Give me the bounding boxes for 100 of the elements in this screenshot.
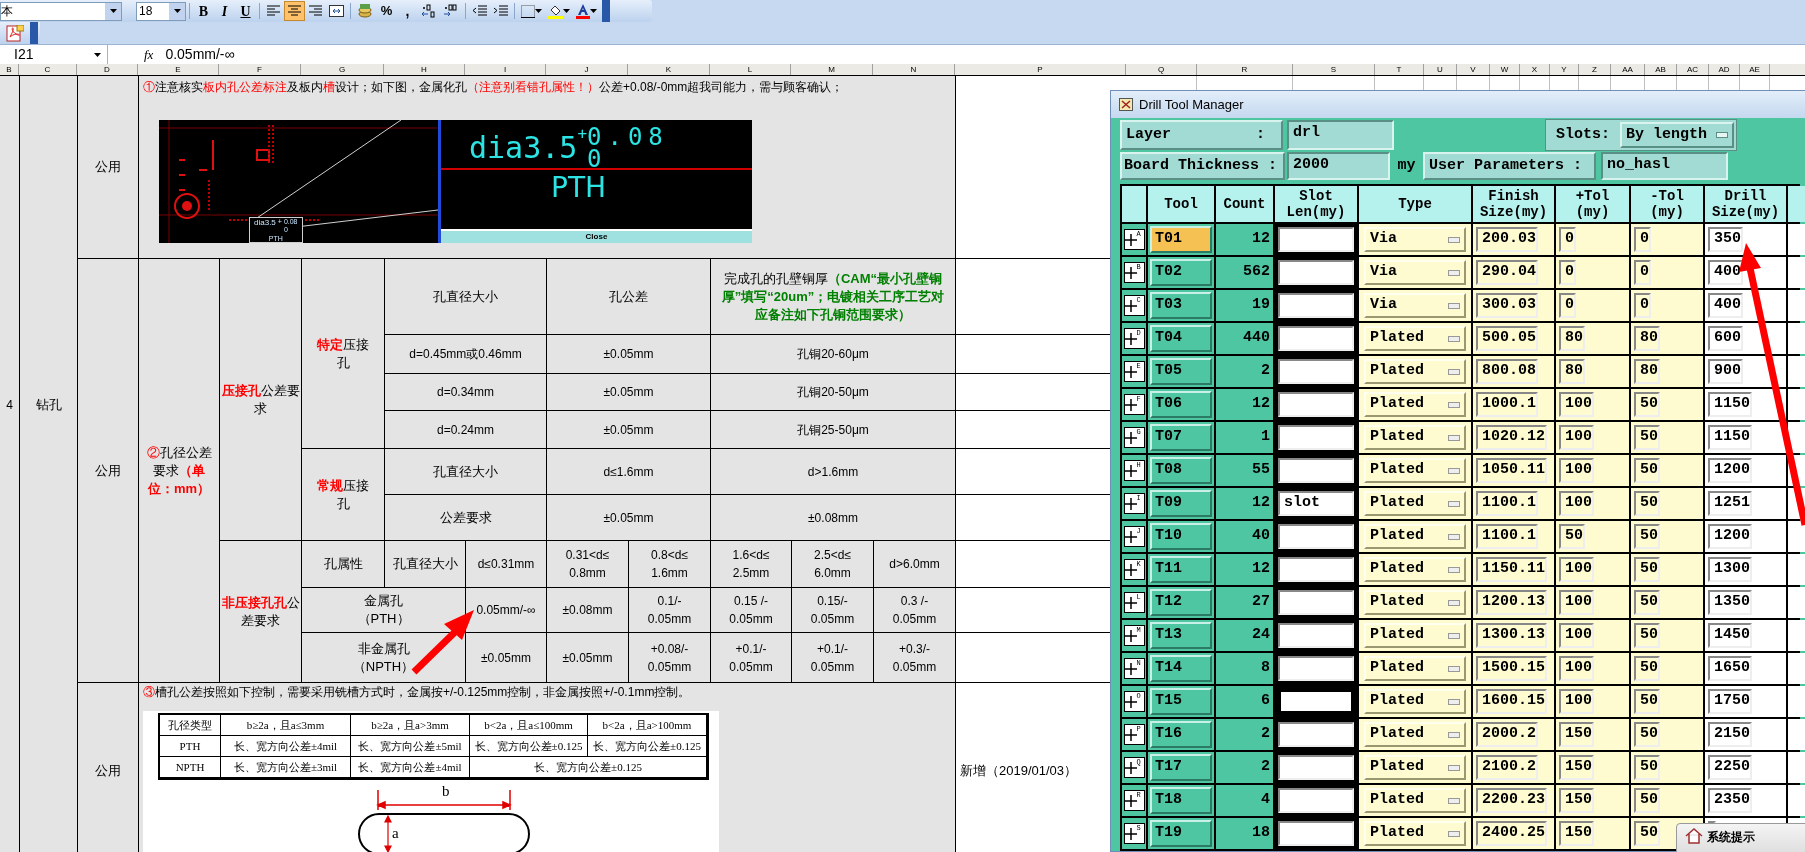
toolbar-grip[interactable] <box>30 22 38 44</box>
tool-button[interactable]: T18 <box>1150 787 1212 814</box>
plus-tolerance-field[interactable]: 100 <box>1559 458 1594 483</box>
finish-size-field[interactable]: 1020.12 <box>1476 425 1547 450</box>
minus-tolerance-field[interactable]: 50 <box>1634 491 1660 516</box>
plus-tolerance-field[interactable]: 150 <box>1559 821 1594 846</box>
drill-size-field[interactable]: 400 <box>1708 260 1743 285</box>
drill-size-field[interactable]: 1350 <box>1708 590 1752 615</box>
minus-tolerance-field[interactable]: 50 <box>1634 689 1660 714</box>
minus-tolerance-field[interactable]: 50 <box>1634 524 1660 549</box>
minus-tolerance-field[interactable]: 0 <box>1634 260 1651 285</box>
drill-size-field[interactable]: 2150 <box>1708 722 1752 747</box>
drill-size-field[interactable]: 1650 <box>1708 656 1752 681</box>
tool-button[interactable]: T12 <box>1150 589 1212 616</box>
drill-size-field[interactable]: 350 <box>1708 227 1743 252</box>
plus-tolerance-field[interactable]: 100 <box>1559 623 1594 648</box>
tool-button[interactable]: T13 <box>1150 622 1212 649</box>
drill-size-field[interactable]: 900 <box>1708 359 1743 384</box>
plus-tolerance-field[interactable]: 50 <box>1559 524 1585 549</box>
plus-tolerance-field[interactable]: 100 <box>1559 656 1594 681</box>
minus-tolerance-field[interactable]: 50 <box>1634 788 1660 813</box>
slot-length-field[interactable] <box>1278 293 1354 318</box>
slot-length-field[interactable]: slot <box>1278 491 1354 516</box>
drill-size-field[interactable]: 2350 <box>1708 788 1752 813</box>
type-dropdown[interactable]: Via <box>1364 293 1466 318</box>
plus-tolerance-field[interactable]: 100 <box>1559 392 1594 417</box>
minus-tolerance-field[interactable]: 50 <box>1634 557 1660 582</box>
tool-button[interactable]: T16 <box>1150 721 1212 748</box>
drill-size-field[interactable]: 1251 <box>1708 491 1752 516</box>
column-header[interactable]: P <box>955 64 1126 75</box>
tool-button[interactable]: T03 <box>1150 292 1212 319</box>
slot-length-field[interactable] <box>1278 755 1354 780</box>
type-dropdown[interactable]: Plated <box>1364 623 1466 648</box>
slot-length-field[interactable] <box>1278 722 1354 747</box>
finish-size-field[interactable]: 200.03 <box>1476 227 1538 252</box>
tool-button[interactable]: T05 <box>1150 358 1212 385</box>
plus-tolerance-field[interactable]: 150 <box>1559 755 1594 780</box>
minus-tolerance-field[interactable]: 50 <box>1634 392 1660 417</box>
slot-length-field[interactable] <box>1278 557 1354 582</box>
drill-size-field[interactable]: 1150 <box>1708 425 1752 450</box>
column-header[interactable]: Z <box>1579 64 1611 75</box>
column-header[interactable]: Y <box>1550 64 1579 75</box>
type-dropdown[interactable]: Plated <box>1364 755 1466 780</box>
column-header[interactable]: X <box>1520 64 1550 75</box>
drill-size-field[interactable]: 1150 <box>1708 392 1752 417</box>
minus-tolerance-field[interactable]: 0 <box>1634 227 1651 252</box>
type-dropdown[interactable]: Via <box>1364 227 1466 252</box>
column-header[interactable]: J <box>546 64 628 75</box>
minus-tolerance-field[interactable]: 50 <box>1634 755 1660 780</box>
column-header[interactable]: L <box>710 64 791 75</box>
finish-size-field[interactable]: 800.08 <box>1476 359 1538 384</box>
column-header[interactable]: N <box>873 64 955 75</box>
tool-button[interactable]: T14 <box>1150 655 1212 682</box>
minus-tolerance-field[interactable]: 0 <box>1634 293 1651 318</box>
minus-tolerance-field[interactable]: 80 <box>1634 359 1660 384</box>
column-header[interactable]: C <box>19 64 77 75</box>
slot-length-field[interactable] <box>1278 656 1354 681</box>
finish-size-field[interactable]: 2200.23 <box>1476 788 1547 813</box>
tool-button[interactable]: T15 <box>1150 688 1212 715</box>
formula-field[interactable]: 0.05mm/-∞ <box>165 45 1805 64</box>
slot-length-field[interactable] <box>1278 689 1354 714</box>
plus-tolerance-field[interactable]: 0 <box>1559 260 1576 285</box>
finish-size-field[interactable]: 1100.1 <box>1476 524 1538 549</box>
font-field[interactable]: 本 <box>0 1 122 21</box>
tool-button[interactable]: T10 <box>1150 523 1212 550</box>
drill-size-field[interactable]: 1200 <box>1708 524 1752 549</box>
plus-tolerance-field[interactable]: 100 <box>1559 491 1594 516</box>
type-dropdown[interactable]: Plated <box>1364 689 1466 714</box>
type-dropdown[interactable]: Plated <box>1364 458 1466 483</box>
minus-tolerance-field[interactable]: 50 <box>1634 458 1660 483</box>
underline-button[interactable]: U <box>235 1 256 21</box>
column-header[interactable]: G <box>301 64 384 75</box>
finish-size-field[interactable]: 1200.13 <box>1476 590 1547 615</box>
tool-button[interactable]: T06 <box>1150 391 1212 418</box>
type-dropdown[interactable]: Plated <box>1364 359 1466 384</box>
finish-size-field[interactable]: 300.03 <box>1476 293 1538 318</box>
type-dropdown[interactable]: Plated <box>1364 491 1466 516</box>
slot-length-field[interactable] <box>1278 623 1354 648</box>
plus-tolerance-field[interactable]: 80 <box>1559 359 1585 384</box>
plus-tolerance-field[interactable]: 150 <box>1559 788 1594 813</box>
finish-size-field[interactable]: 2400.25 <box>1476 821 1547 846</box>
italic-button[interactable]: I <box>214 1 235 21</box>
slots-dropdown[interactable]: By length <box>1620 122 1734 148</box>
thickness-field[interactable]: 2000 <box>1287 152 1390 180</box>
type-dropdown[interactable]: Plated <box>1364 524 1466 549</box>
plus-tolerance-field[interactable]: 150 <box>1559 722 1594 747</box>
function-button[interactable]: fx <box>144 44 154 65</box>
minus-tolerance-field[interactable]: 50 <box>1634 623 1660 648</box>
align-center-button[interactable] <box>284 1 305 21</box>
finish-size-field[interactable]: 1000.1 <box>1476 392 1538 417</box>
slot-length-field[interactable] <box>1278 590 1354 615</box>
type-dropdown[interactable]: Plated <box>1364 788 1466 813</box>
tool-button[interactable]: T04 <box>1150 325 1212 352</box>
parameters-field[interactable]: no_hasl <box>1601 152 1728 180</box>
drill-size-field[interactable]: 600 <box>1708 326 1743 351</box>
column-header[interactable]: AE <box>1740 64 1770 75</box>
finish-size-field[interactable]: 500.05 <box>1476 326 1538 351</box>
column-header[interactable]: F <box>219 64 301 75</box>
tool-button[interactable]: T07 <box>1150 424 1212 451</box>
bold-button[interactable]: B <box>193 1 214 21</box>
